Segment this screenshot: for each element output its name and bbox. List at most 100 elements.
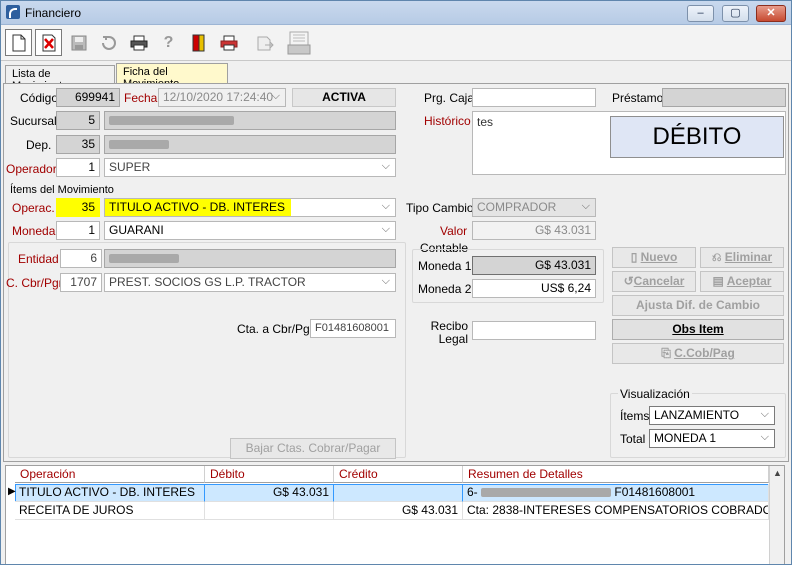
- cbr-code[interactable]: 1707: [60, 273, 102, 292]
- ccob-pag-button[interactable]: ⎘ C.Cob/Pag: [612, 343, 784, 364]
- export-icon: [257, 36, 274, 50]
- accept-icon: ▤: [712, 274, 727, 288]
- json-button[interactable]: [285, 29, 312, 56]
- col-header-resumen[interactable]: Resumen de Detalles: [463, 466, 769, 483]
- eliminar-button[interactable]: ⎌ Eliminar: [700, 247, 784, 268]
- tab-row: Lista de Movimientos Ficha del Movimient…: [1, 63, 791, 92]
- aceptar-label: Aceptar: [726, 274, 772, 288]
- cta-label: Cta. a Cbr/Pgr: [237, 322, 314, 336]
- tab-lista-movimientos[interactable]: Lista de Movimientos: [5, 65, 115, 92]
- tipo-cambio-label: Tipo Cambio: [406, 201, 474, 215]
- moneda2-field: US$ 6,24: [472, 279, 596, 298]
- vertical-scrollbar[interactable]: ▲: [769, 466, 784, 564]
- redacted-text: [109, 254, 179, 264]
- ficha-panel: Código 699941 Fecha 12/10/2020 17:24:40 …: [3, 83, 789, 462]
- moneda-code[interactable]: 1: [56, 221, 100, 240]
- cell-resumen: Cta: 2838-INTERESES COMPENSATORIOS COBRA…: [463, 502, 769, 520]
- obs-item-button[interactable]: Obs Item: [612, 319, 784, 340]
- cell-credito: [334, 484, 463, 502]
- help-button[interactable]: ?: [155, 29, 182, 56]
- items-select[interactable]: LANZAMIENTO: [649, 406, 775, 425]
- exit-button[interactable]: [185, 29, 212, 56]
- visualizacion-group: [610, 393, 786, 458]
- delete-button[interactable]: [35, 29, 62, 56]
- prestamo-label: Préstamo: [612, 91, 664, 105]
- new-document-button[interactable]: [5, 29, 32, 56]
- operador-code[interactable]: 1: [56, 158, 100, 177]
- recibo-legal-field[interactable]: [472, 321, 596, 340]
- resumen-prefix: 6-: [467, 485, 478, 499]
- eliminar-label: Eliminar: [724, 250, 773, 264]
- print-report-button[interactable]: [215, 29, 242, 56]
- aceptar-button[interactable]: ▤ Aceptar: [700, 271, 784, 292]
- fecha-picker[interactable]: 12/10/2020 17:24:40: [158, 88, 286, 107]
- operac-name: TITULO ACTIVO - DB. INTERES: [105, 199, 291, 216]
- redacted-text: [109, 140, 169, 150]
- cell-debito: [205, 502, 334, 520]
- sucursal-code: 5: [56, 111, 100, 130]
- historico-label: Histórico: [424, 114, 471, 128]
- moneda-select[interactable]: GUARANI: [104, 221, 396, 240]
- export-button[interactable]: [251, 29, 278, 56]
- print-red-icon: [220, 35, 237, 50]
- save-icon: [71, 35, 86, 50]
- items-grid: Operación Débito Crédito Resumen de Deta…: [5, 465, 785, 564]
- tab-ficha-movimiento[interactable]: Ficha del Movimiento: [116, 63, 228, 90]
- print-icon: [130, 35, 147, 50]
- nuevo-label: Nuevo: [640, 250, 678, 264]
- prestamo-field: [662, 88, 786, 107]
- app-icon: [6, 5, 20, 19]
- col-header-credito[interactable]: Crédito: [334, 466, 463, 483]
- cbr-select[interactable]: PREST. SOCIOS GS L.P. TRACTOR: [104, 273, 396, 292]
- operac-code[interactable]: 35: [56, 198, 100, 217]
- recibo-legal-label: Recibo Legal: [430, 319, 468, 346]
- minimize-button[interactable]: ‒: [687, 5, 714, 22]
- total-select[interactable]: MONEDA 1: [649, 429, 775, 448]
- help-icon: ?: [163, 33, 174, 51]
- codigo-label: Código: [20, 91, 59, 105]
- bajar-ctas-button[interactable]: Bajar Ctas. Cobrar/Pagar: [230, 438, 396, 459]
- dep-code: 35: [56, 135, 100, 154]
- items-label: Ítems: [620, 409, 650, 423]
- nuevo-button[interactable]: ▯ Nuevo: [612, 247, 696, 268]
- entidad-label: Entidad: [18, 252, 59, 266]
- redacted-text: [109, 116, 234, 126]
- moneda2-label: Moneda 2: [418, 282, 472, 296]
- ccob-icon: ⎘: [661, 346, 675, 360]
- cell-operacion: TITULO ACTIVO - DB. INTERES: [15, 484, 205, 502]
- print-button[interactable]: [125, 29, 152, 56]
- items-movimiento-label: Ítems del Movimiento: [10, 184, 114, 196]
- moneda1-label: Moneda 1: [418, 259, 472, 273]
- moneda1-field: G$ 43.031: [472, 256, 596, 275]
- ccob-label: C.Cob/Pag: [674, 346, 735, 360]
- ajusta-dif-cambio-button[interactable]: Ajusta Dif. de Cambio: [612, 295, 784, 316]
- cancel-icon: ↺: [623, 274, 634, 288]
- entidad-name: [104, 249, 396, 268]
- codigo-field: 699941: [56, 88, 120, 107]
- status-badge: ACTIVA: [292, 88, 396, 107]
- save-button[interactable]: [65, 29, 92, 56]
- operador-select[interactable]: SUPER: [104, 158, 396, 177]
- cell-resumen: 6- F01481608001: [463, 484, 769, 502]
- sucursal-name: [104, 111, 396, 130]
- maximize-button[interactable]: ▢: [722, 5, 749, 22]
- cancelar-button[interactable]: ↺Cancelar: [612, 271, 696, 292]
- cta-field[interactable]: F01481608001: [310, 319, 396, 338]
- operac-label: Operac.: [12, 201, 55, 215]
- valor-field: G$ 43.031: [472, 221, 596, 240]
- col-header-operacion[interactable]: Operación: [15, 466, 205, 483]
- operador-label: Operador: [6, 162, 57, 176]
- redacted-text: [481, 488, 612, 498]
- undo-button[interactable]: [95, 29, 122, 56]
- scroll-up-icon[interactable]: ▲: [770, 466, 784, 481]
- col-header-debito[interactable]: Débito: [205, 466, 334, 483]
- operac-select[interactable]: TITULO ACTIVO - DB. INTERES: [104, 198, 396, 217]
- financiero-window: Financiero ‒ ▢ ✕ ? Lista de Ficha del Có…: [0, 0, 792, 565]
- prg-caja-field[interactable]: [472, 88, 596, 107]
- entidad-code[interactable]: 6: [60, 249, 102, 268]
- delete-icon: ⎌: [711, 250, 725, 264]
- tipo-cambio-select[interactable]: COMPRADOR: [472, 198, 596, 217]
- cancelar-label: Cancelar: [633, 274, 685, 288]
- toolbar: ?: [1, 25, 791, 61]
- close-button[interactable]: ✕: [756, 5, 786, 22]
